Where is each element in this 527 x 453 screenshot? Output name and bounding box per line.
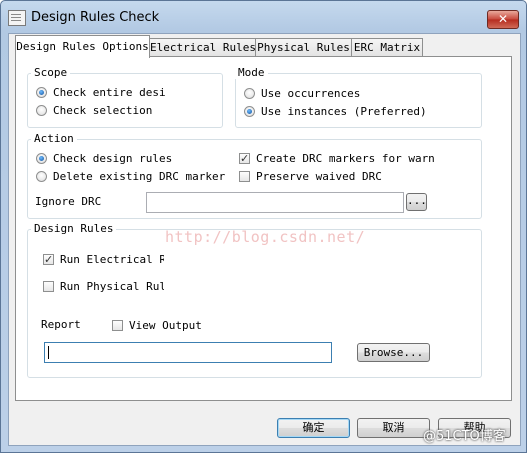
mode-instances-radio[interactable]: Use instances (Preferred) <box>244 105 444 120</box>
checkbox-indicator: ✓ <box>43 253 54 266</box>
corner-watermark: @51CTO博客 <box>423 429 506 444</box>
design-rules-legend: Design Rules <box>31 222 117 235</box>
cancel-button[interactable]: 取消 <box>357 418 430 438</box>
radio-indicator <box>36 171 47 182</box>
title-bar: Design Rules Check ✕ <box>1 1 526 33</box>
ignore-drc-label: Ignore DRC <box>35 195 102 208</box>
check-design-rules-radio[interactable]: Check design rules <box>36 152 226 167</box>
checkbox-indicator <box>239 171 250 182</box>
radio-indicator <box>36 105 47 116</box>
tab-erc-matrix[interactable]: ERC Matrix <box>351 38 423 57</box>
ignore-drc-browse-button[interactable]: ... <box>406 193 427 211</box>
ok-button[interactable]: 确定 <box>277 418 350 438</box>
window-title: Design Rules Check <box>31 10 160 25</box>
mode-legend: Mode <box>235 66 268 79</box>
mode-occurrences-radio[interactable]: Use occurrences <box>244 87 444 102</box>
create-drc-markers-checkbox[interactable]: ✓ Create DRC markers for warn <box>239 152 439 167</box>
view-output-checkbox[interactable]: View Output <box>112 319 212 334</box>
tab-design-rules-options[interactable]: Design Rules Options <box>15 35 150 58</box>
app-icon <box>8 10 26 26</box>
radio-indicator <box>244 88 255 99</box>
scope-entire-radio[interactable]: Check entire desigr <box>36 86 166 101</box>
run-electrical-rules-checkbox[interactable]: ✓ Run Electrical Ru <box>43 253 164 268</box>
preserve-waived-drc-checkbox[interactable]: Preserve waived DRC <box>239 170 439 185</box>
tab-physical-rules[interactable]: Physical Rules <box>255 38 352 57</box>
ignore-drc-input[interactable] <box>146 192 404 213</box>
run-physical-rules-checkbox[interactable]: Run Physical Rule <box>43 280 164 295</box>
scope-selection-radio[interactable]: Check selection <box>36 104 166 119</box>
tab-electrical-rules[interactable]: Electrical Rules <box>149 38 256 57</box>
delete-drc-markers-radio[interactable]: Delete existing DRC marker <box>36 170 226 185</box>
checkbox-indicator <box>112 320 123 331</box>
text-cursor <box>48 346 49 359</box>
report-file-input[interactable] <box>44 342 332 363</box>
checkbox-indicator: ✓ <box>239 152 250 165</box>
radio-indicator <box>36 153 47 164</box>
scope-legend: Scope <box>31 66 71 79</box>
action-legend: Action <box>31 132 77 145</box>
browse-button[interactable]: Browse... <box>357 343 430 362</box>
checkbox-indicator <box>43 281 54 292</box>
close-button[interactable]: ✕ <box>487 10 519 29</box>
radio-indicator <box>244 106 255 117</box>
report-label: Report <box>41 318 81 331</box>
watermark: http://blog.csdn.net/ <box>165 228 366 246</box>
radio-indicator <box>36 87 47 98</box>
